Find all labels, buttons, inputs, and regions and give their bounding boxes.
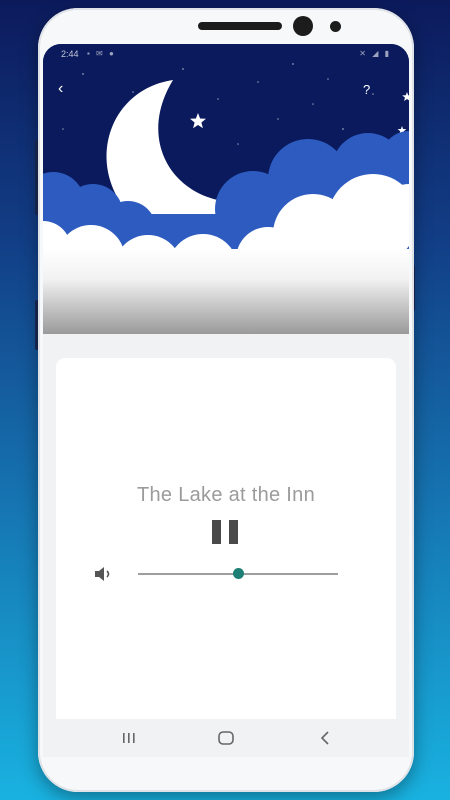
player-card: The Lake at the Inn [56, 358, 396, 757]
track-title: The Lake at the Inn [136, 484, 316, 506]
pause-icon-bar [229, 520, 238, 544]
system-nav-bar [43, 719, 409, 757]
phone-frame: 2:44 ▪ ✉ ● ✕ ◢ ▮ ‹ ? The Lake at the Inn [38, 8, 414, 792]
pause-button[interactable] [212, 520, 238, 544]
pause-icon [212, 520, 221, 544]
phone-speaker [198, 22, 282, 30]
status-bar: 2:44 ▪ ✉ ● ✕ ◢ ▮ [43, 44, 409, 64]
hero-image: 2:44 ▪ ✉ ● ✕ ◢ ▮ ‹ ? [43, 44, 409, 334]
night-sky-illustration [43, 44, 409, 334]
back-icon[interactable]: ‹ [58, 80, 63, 98]
proximity-sensor [330, 21, 341, 32]
volume-slider-thumb[interactable] [233, 568, 244, 579]
status-notification-icons: ▪ ✉ ● [87, 49, 116, 58]
status-system-icons: ✕ ◢ ▮ [359, 49, 391, 58]
status-time: 2:44 [61, 49, 79, 59]
help-icon[interactable]: ? [363, 82, 370, 97]
front-camera [293, 16, 313, 36]
home-icon[interactable] [214, 728, 238, 748]
fog-gradient [43, 249, 409, 334]
nav-back-icon[interactable] [313, 728, 337, 748]
volume-icon[interactable] [93, 564, 115, 584]
volume-slider[interactable] [138, 564, 338, 584]
app-screen: 2:44 ▪ ✉ ● ✕ ◢ ▮ ‹ ? The Lake at the Inn [43, 44, 409, 757]
recents-icon[interactable] [117, 728, 141, 748]
